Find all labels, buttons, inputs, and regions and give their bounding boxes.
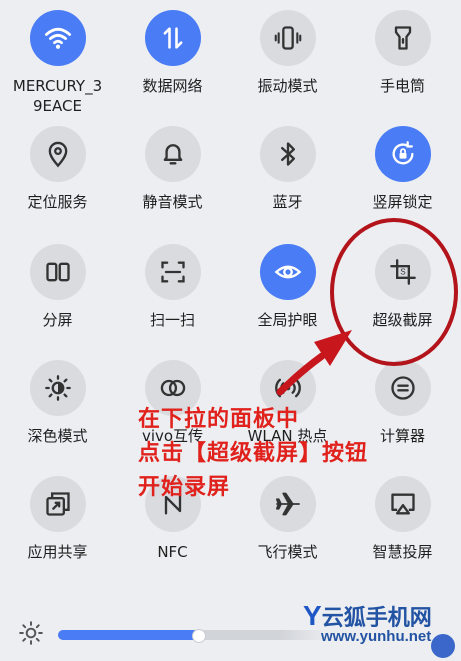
- tile-label: 飞行模式: [257, 543, 318, 561]
- tile-label: 智慧投屏: [372, 543, 433, 561]
- annotation-line: 开始录屏: [138, 474, 231, 500]
- bluetooth-button[interactable]: [259, 126, 316, 182]
- vibrate-icon: [274, 26, 301, 50]
- rotation-lock-button[interactable]: [374, 126, 431, 182]
- tile-label: NFC: [157, 543, 188, 561]
- rotation-lock-icon: [392, 141, 413, 165]
- location-button[interactable]: [29, 126, 86, 182]
- tile-dark-mode[interactable]: 深色模式: [0, 360, 115, 446]
- watermark-url: www.yunhu.net: [321, 628, 432, 645]
- tile-label: 数据网络: [142, 77, 203, 95]
- tile-app-share[interactable]: 应用共享: [0, 476, 115, 562]
- split-screen-button[interactable]: [29, 244, 86, 300]
- scan-button[interactable]: [144, 244, 201, 300]
- tile-label: 静音模式: [142, 193, 203, 211]
- flashlight-icon: [394, 26, 411, 50]
- tile-label: 定位服务: [27, 193, 88, 211]
- tile-split-screen[interactable]: 分屏: [0, 244, 115, 330]
- tile-scan[interactable]: 扫一扫: [115, 244, 230, 330]
- tile-vibrate[interactable]: 振动模式: [230, 10, 345, 96]
- tile-label: 分屏: [42, 311, 73, 329]
- tile-label: 全局护眼: [257, 311, 318, 329]
- watermark-badge: [431, 634, 455, 658]
- location-icon: [48, 141, 67, 168]
- app-share-icon: [45, 492, 70, 516]
- tile-label: 深色模式: [27, 427, 88, 445]
- bluetooth-icon: [280, 142, 295, 166]
- highlight-ring: [330, 218, 458, 366]
- tile-eye-care[interactable]: 全局护眼: [230, 244, 345, 330]
- calculator-icon: [390, 376, 415, 400]
- annotation-line: 点击【超级截屏】按钮: [138, 440, 369, 466]
- annotation-line: 在下拉的面板中: [138, 406, 300, 432]
- tile-flashlight[interactable]: 手电筒: [345, 10, 460, 96]
- mobile-data-button[interactable]: [144, 10, 201, 66]
- tile-rotation-lock[interactable]: 竖屏锁定: [345, 126, 460, 212]
- eye-care-button[interactable]: [259, 244, 316, 300]
- tile-mobile-data[interactable]: 数据网络: [115, 10, 230, 96]
- tile-label: 蓝牙: [272, 193, 303, 211]
- eye-icon: [274, 265, 301, 279]
- watermark: Y云狐手机网 www.yunhu.net: [281, 596, 461, 661]
- tile-silent[interactable]: 静音模式: [115, 126, 230, 212]
- tile-bluetooth[interactable]: 蓝牙: [230, 126, 345, 212]
- dark-mode-icon: [44, 375, 71, 401]
- tile-label: 手电筒: [379, 77, 425, 95]
- tile-label: 扫一扫: [149, 311, 195, 329]
- mobile-data-icon: [163, 27, 182, 49]
- app-share-button[interactable]: [29, 476, 86, 532]
- cast-icon: [390, 493, 415, 515]
- dark-mode-button[interactable]: [29, 360, 86, 416]
- vibrate-button[interactable]: [259, 10, 316, 66]
- tile-label: 应用共享: [27, 543, 88, 561]
- brightness-fill: [58, 630, 199, 640]
- tile-wifi[interactable]: MERCURY_3 9EACE: [0, 10, 115, 116]
- smart-cast-button[interactable]: [374, 476, 431, 532]
- tile-location[interactable]: 定位服务: [0, 126, 115, 212]
- silent-button[interactable]: [144, 126, 201, 182]
- brightness-thumb[interactable]: [192, 629, 206, 643]
- watermark-logo: Y: [303, 600, 322, 631]
- hotspot-icon: [274, 378, 301, 398]
- watermark-title-text: 云狐手机网: [321, 605, 432, 630]
- flashlight-button[interactable]: [374, 10, 431, 66]
- sun-icon: [19, 621, 43, 645]
- bell-icon: [163, 144, 182, 165]
- scan-icon: [160, 261, 185, 283]
- wifi-button[interactable]: [29, 10, 86, 66]
- tile-label: MERCURY_3 9EACE: [12, 77, 103, 115]
- wifi-icon: [44, 27, 71, 49]
- share-rings-icon: [160, 379, 185, 397]
- tile-label: 竖屏锁定: [372, 193, 433, 211]
- calculator-button[interactable]: [374, 360, 431, 416]
- annotation-text: 在下拉的面板中 点击【超级截屏】按钮 开始录屏: [138, 402, 368, 504]
- tile-label: 振动模式: [257, 77, 318, 95]
- split-screen-icon: [45, 262, 70, 282]
